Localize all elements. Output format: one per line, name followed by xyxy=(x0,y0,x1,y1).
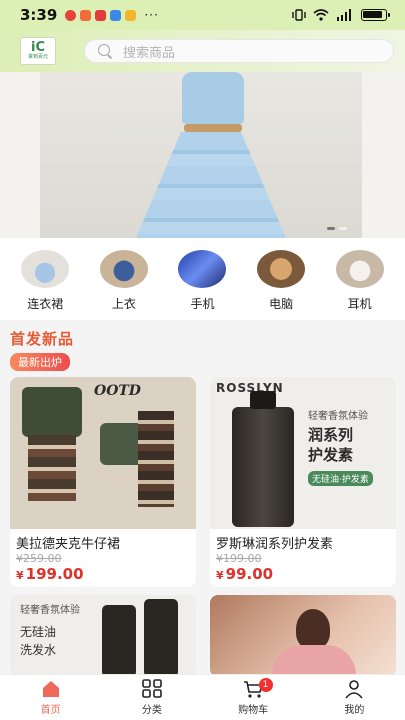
app-logo[interactable]: iC 掌到百元 xyxy=(20,37,56,65)
product-card[interactable]: OOTD 美拉德夹克牛仔裙 ¥259.00 ¥199.00 xyxy=(10,377,196,587)
product-image: OOTD xyxy=(10,377,196,529)
tab-label: 首页 xyxy=(40,705,61,716)
app-icon-blue xyxy=(110,9,122,21)
category-label: 连衣裙 xyxy=(27,297,64,311)
tab-label: 我的 xyxy=(344,705,365,716)
tab-category[interactable]: 分类 xyxy=(101,675,202,720)
search-placeholder: 搜索商品 xyxy=(123,45,176,61)
banner-carousel[interactable] xyxy=(0,72,405,238)
product-card[interactable]: 轻奢香氛体验 无硅油 洗发水 xyxy=(10,595,196,677)
product-grid: OOTD 美拉德夹克牛仔裙 ¥259.00 ¥199.00 ROSSLYN 轻奢… xyxy=(10,377,396,677)
dress-belt xyxy=(184,124,242,132)
product-image: ROSSLYN 轻奢香氛体验 润系列 护发素 无硅油·护发素 xyxy=(210,377,396,529)
grid-icon xyxy=(142,679,162,698)
product-image-top: 轻奢香氛体验 xyxy=(20,605,80,616)
product-image-tag: 润系列 护发素 xyxy=(308,426,354,464)
product-original-price: ¥199.00 xyxy=(216,552,262,565)
tab-label: 分类 xyxy=(141,705,162,716)
earphones-icon xyxy=(335,250,384,288)
search-icon xyxy=(97,43,113,59)
user-icon xyxy=(345,680,363,699)
signal-icon xyxy=(337,9,351,21)
jacket-shape xyxy=(22,387,82,437)
tab-home[interactable]: 首页 xyxy=(0,675,101,720)
section-title: 首发新品 xyxy=(10,330,75,348)
price-value: 99.00 xyxy=(225,565,274,583)
category-phone[interactable]: 手机 xyxy=(172,250,232,320)
category-label: 电脑 xyxy=(269,297,294,311)
tab-cart[interactable]: 1 购物车 xyxy=(203,675,304,720)
category-label: 耳机 xyxy=(347,297,372,311)
banner-indicator xyxy=(327,227,347,230)
search-input[interactable]: 搜索商品 xyxy=(84,39,394,63)
bottle-shape xyxy=(102,605,136,677)
product-price: ¥99.00 xyxy=(210,565,396,585)
bottom-tab-bar: 首页 分类 1 购物车 我的 xyxy=(0,674,405,720)
app-icon-orange xyxy=(80,9,92,21)
category-laptop[interactable]: 电脑 xyxy=(251,250,311,320)
product-card[interactable] xyxy=(210,595,396,677)
product-image-text: OOTD xyxy=(94,383,141,399)
cart-badge: 1 xyxy=(258,678,273,692)
dress-icon xyxy=(21,250,70,288)
price-value: 199.00 xyxy=(25,565,84,583)
phone-icon xyxy=(178,250,227,288)
app-icon-red xyxy=(95,9,107,21)
laptop-icon xyxy=(257,250,306,288)
tab-profile[interactable]: 我的 xyxy=(304,675,405,720)
banner-dot xyxy=(327,227,335,230)
tab-label: 购物车 xyxy=(238,705,269,716)
status-app-icons: ··· xyxy=(65,8,158,22)
wifi-icon xyxy=(313,9,329,21)
dress-shape-2 xyxy=(138,411,174,507)
logo-text: 掌到百元 xyxy=(27,54,48,60)
model-head xyxy=(296,609,330,649)
product-price: ¥199.00 xyxy=(10,565,196,585)
product-name: 罗斯琳润系列护发素 xyxy=(216,537,334,552)
home-icon xyxy=(42,681,59,697)
product-image xyxy=(210,595,396,677)
product-image-text: 无硅油 洗发水 xyxy=(20,625,57,657)
category-top[interactable]: 上衣 xyxy=(94,250,154,320)
category-dress[interactable]: 连衣裙 xyxy=(15,250,75,320)
banner-image xyxy=(40,72,362,238)
product-image-top: 轻奢香氛体验 xyxy=(308,411,368,422)
logo-mark: iC xyxy=(31,40,45,55)
bottle-shape xyxy=(232,407,294,527)
product-image-subtag: 无硅油·护发素 xyxy=(308,471,373,486)
weibo-icon xyxy=(65,9,77,21)
new-arrivals-header: 首发新品 最新出炉 xyxy=(10,328,74,371)
category-row: 连衣裙 上衣 手机 电脑 耳机 xyxy=(0,238,405,320)
model-dress xyxy=(272,645,356,677)
status-more: ··· xyxy=(144,8,159,22)
status-bar: 3:39 ··· xyxy=(0,0,405,30)
bottle-cap xyxy=(250,391,276,409)
dress-skirt xyxy=(136,132,286,238)
category-earphones[interactable]: 耳机 xyxy=(330,250,390,320)
category-label: 手机 xyxy=(190,297,215,311)
currency-symbol: ¥ xyxy=(16,569,24,582)
dress-top xyxy=(182,72,244,124)
product-image: 轻奢香氛体验 无硅油 洗发水 xyxy=(10,595,196,677)
product-original-price: ¥259.00 xyxy=(16,552,62,565)
skirt-shape xyxy=(28,435,76,501)
section-tag: 最新出炉 xyxy=(10,353,70,371)
vibrate-icon xyxy=(292,9,306,21)
status-right xyxy=(292,9,390,21)
product-name: 美拉德夹克牛仔裙 xyxy=(16,537,121,552)
category-label: 上衣 xyxy=(111,297,136,311)
status-time: 3:39 xyxy=(20,6,58,24)
bottle-shape xyxy=(144,599,178,677)
banner-dot xyxy=(339,227,347,230)
app-icon-yellow xyxy=(125,9,137,21)
currency-symbol: ¥ xyxy=(216,569,224,582)
app-header: iC 掌到百元 搜索商品 xyxy=(0,30,405,72)
top-icon xyxy=(99,250,148,288)
product-card[interactable]: ROSSLYN 轻奢香氛体验 润系列 护发素 无硅油·护发素 罗斯琳润系列护发素… xyxy=(210,377,396,587)
battery-icon xyxy=(361,9,390,21)
